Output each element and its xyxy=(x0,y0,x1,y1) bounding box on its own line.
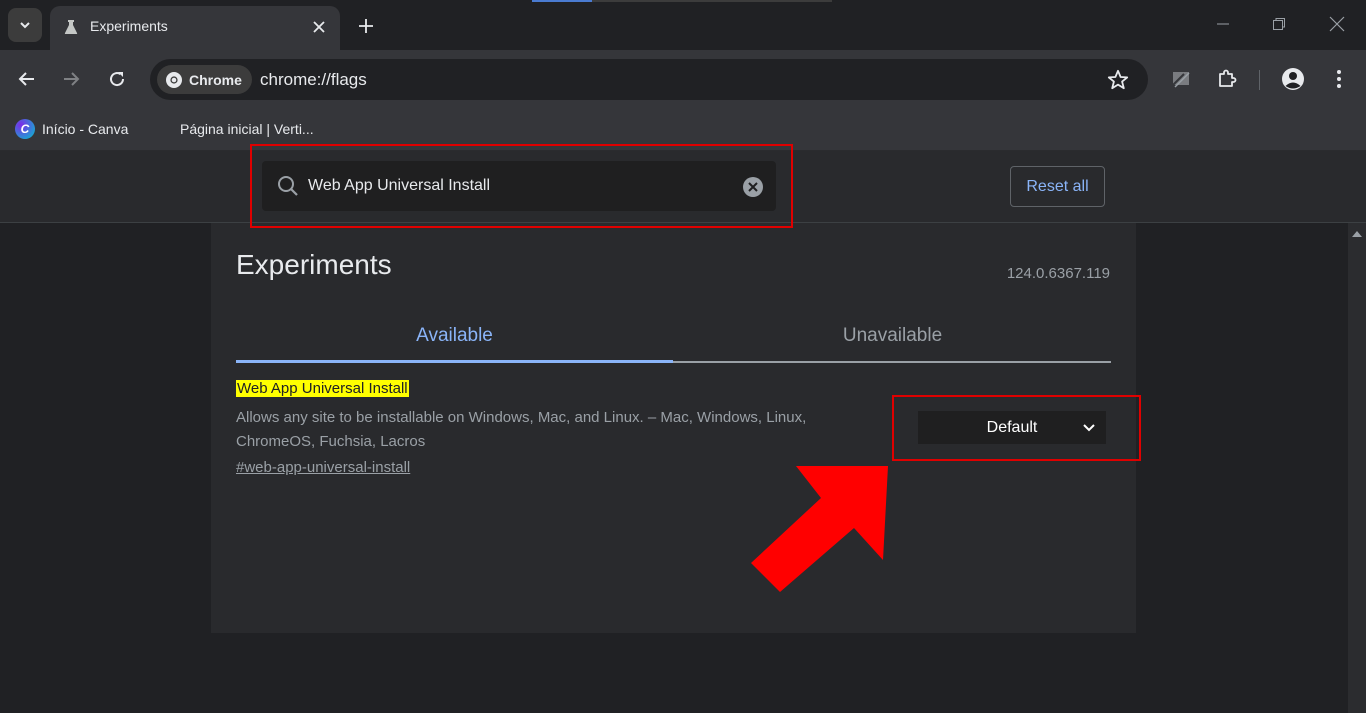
active-tab-indicator xyxy=(236,360,673,363)
page-title: Experiments xyxy=(236,249,392,280)
omnibox[interactable]: Chrome chrome://flags xyxy=(150,59,1148,100)
close-icon xyxy=(313,21,325,33)
flag-permalink[interactable]: #web-app-universal-install xyxy=(236,459,410,476)
version-number: 124.0.6367.119 xyxy=(1006,265,1110,282)
flag-title: Web App Universal Install xyxy=(236,380,409,397)
scrollbar[interactable] xyxy=(1348,223,1366,713)
chevron-down-icon xyxy=(1083,424,1095,432)
cast-button[interactable] xyxy=(1168,66,1194,92)
toolbar-divider xyxy=(1259,70,1260,90)
menu-button[interactable] xyxy=(1326,66,1352,92)
scroll-up-arrow-icon[interactable] xyxy=(1352,231,1362,237)
chip-label: Chrome xyxy=(189,71,242,88)
canva-icon: C xyxy=(15,119,35,139)
star-icon[interactable] xyxy=(1106,68,1130,92)
bookmarks-bar: C Início - Canva Página inicial | Verti.… xyxy=(0,108,1366,151)
tab-title: Experiments xyxy=(90,18,168,34)
flag-state-select[interactable]: Default xyxy=(918,411,1106,444)
arrow-left-icon xyxy=(18,72,34,86)
window-close-button[interactable] xyxy=(1325,12,1349,36)
avatar-icon xyxy=(1282,68,1304,90)
flag-description: Allows any site to be installable on Win… xyxy=(236,409,807,450)
extensions-button[interactable] xyxy=(1214,66,1240,92)
arrow-right-icon xyxy=(64,72,80,86)
minimize-icon xyxy=(1217,23,1229,25)
bookmark-label: Página inicial | Verti... xyxy=(180,121,314,137)
flags-search-input[interactable] xyxy=(308,174,728,198)
reset-all-button[interactable]: Reset all xyxy=(1010,166,1105,207)
minimize-button[interactable] xyxy=(1211,12,1235,36)
top-indicator-track xyxy=(592,0,832,2)
bookmark-pagina-inicial[interactable]: Página inicial | Verti... xyxy=(180,117,314,141)
profile-button[interactable] xyxy=(1280,66,1306,92)
browser-window: Experiments Chrome chrome://flags C Iníc… xyxy=(0,0,1366,713)
select-value: Default xyxy=(986,418,1038,436)
bookmark-label: Início - Canva xyxy=(42,121,129,137)
new-tab-button[interactable] xyxy=(352,12,380,40)
flags-search-box xyxy=(262,161,776,211)
tab-search-button[interactable] xyxy=(8,8,42,42)
puzzle-icon xyxy=(1219,69,1237,87)
clear-search-icon[interactable] xyxy=(742,176,764,198)
tab-close-button[interactable] xyxy=(308,16,330,38)
url-text[interactable]: chrome://flags xyxy=(260,70,367,90)
title-bar: Experiments xyxy=(0,0,1366,50)
search-icon xyxy=(278,176,298,196)
bookmark-canva[interactable]: C Início - Canva xyxy=(15,117,128,141)
back-button[interactable] xyxy=(10,62,44,96)
plus-icon xyxy=(359,19,373,33)
tab-unavailable[interactable]: Unavailable xyxy=(674,309,1111,363)
flask-icon xyxy=(64,20,78,34)
forward-button[interactable] xyxy=(54,62,88,96)
flags-tabs: Available Unavailable xyxy=(236,309,1111,363)
cast-icon xyxy=(1172,72,1190,88)
toolbar: Chrome chrome://flags xyxy=(0,50,1366,108)
tab-available[interactable]: Available xyxy=(236,309,673,363)
restore-icon xyxy=(1273,18,1285,30)
reload-icon xyxy=(110,72,125,87)
red-arrow-icon xyxy=(751,466,888,592)
more-vert-icon xyxy=(1337,70,1341,88)
site-info-chip[interactable]: Chrome xyxy=(157,65,252,94)
chrome-icon xyxy=(166,71,182,88)
flags-header: Reset all xyxy=(0,151,1366,223)
tab-experiments[interactable]: Experiments xyxy=(50,6,340,50)
close-icon xyxy=(1329,16,1345,32)
top-indicator xyxy=(532,0,592,2)
reload-button[interactable] xyxy=(100,62,134,96)
experiments-panel: Experiments 124.0.6367.119 Available Una… xyxy=(211,223,1136,633)
restore-button[interactable] xyxy=(1267,12,1291,36)
chevron-down-icon xyxy=(20,22,30,29)
